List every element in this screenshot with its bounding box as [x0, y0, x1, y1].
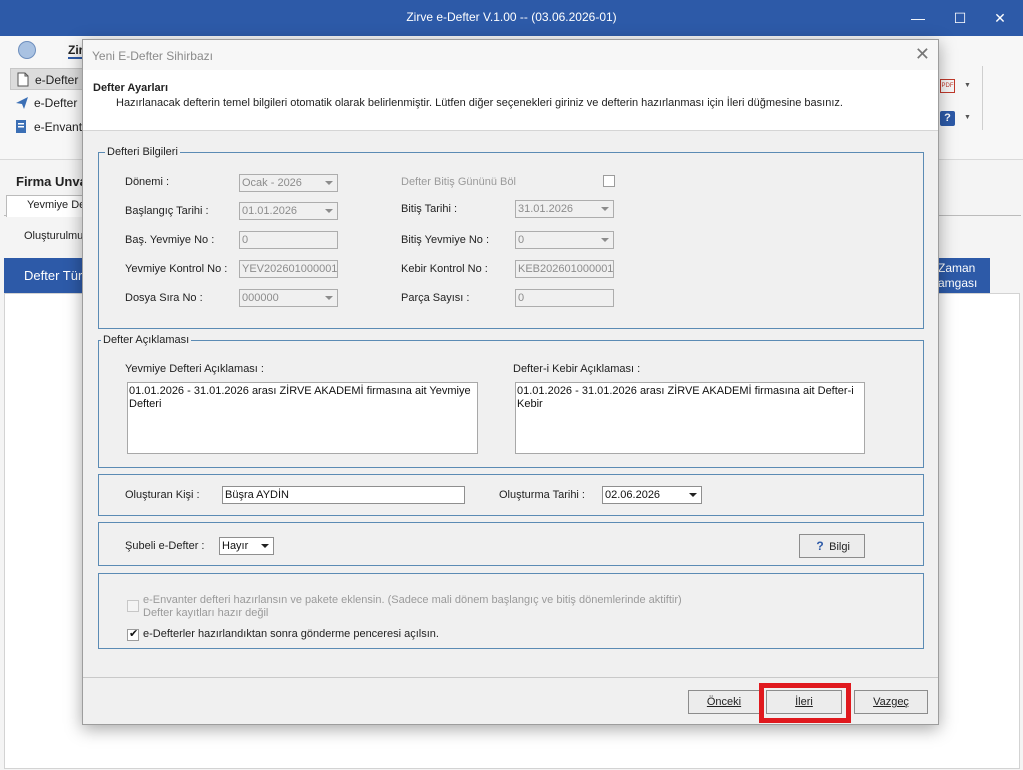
bitis-yevmiye-select: 0 — [515, 231, 614, 249]
dialog-header: Defter Ayarları Hazırlanacak defterin te… — [83, 70, 938, 131]
bitis-tarihi-date: 31.01.2026 — [515, 200, 614, 218]
app-menu-icon[interactable] — [18, 41, 36, 59]
bitis-yevmiye-label: Bitiş Yevmiye No : — [401, 234, 490, 246]
olusturulmus-label: Oluşturulmuş — [24, 230, 89, 242]
dosya-sira-label: Dosya Sıra No : — [125, 292, 203, 304]
dialog-header-desc: Hazırlanacak defterin temel bilgileri ot… — [116, 97, 843, 109]
yevmiye-aciklama-textarea[interactable]: 01.01.2026 - 31.01.2026 arası ZİRVE AKAD… — [127, 382, 478, 454]
onceki-button[interactable]: Önceki — [688, 690, 760, 714]
chevron-down-icon — [325, 181, 333, 185]
bitis-tarihi-label: Bitiş Tarihi : — [401, 203, 458, 215]
subeli-label: Şubeli e-Defter : — [125, 540, 205, 552]
chevron-down-icon — [601, 207, 609, 211]
chevron-down-icon — [261, 544, 269, 548]
kebir-aciklama-label: Defter-i Kebir Açıklaması : — [513, 363, 641, 375]
olusturma-tarihi-date[interactable]: 02.06.2026 — [602, 486, 702, 504]
bitis-gunu-label: Defter Bitiş Gününü Böl — [401, 176, 516, 188]
ribbon-separator — [982, 66, 983, 130]
ribbon-item-eenvanter[interactable]: e-Envant — [10, 116, 85, 138]
yevmiye-aciklama-label: Yevmiye Defteri Açıklaması : — [125, 363, 264, 375]
chevron-down-icon — [325, 296, 333, 300]
parca-sayisi-label: Parça Sayısı : — [401, 292, 470, 304]
olusturan-kisi-input[interactable]: Büşra AYDİN — [222, 486, 465, 504]
firma-label: Firma Unva — [16, 174, 87, 189]
group-options: e-Envanter defteri hazırlansın ve pakete… — [98, 573, 924, 649]
chevron-down-icon — [689, 493, 697, 497]
maximize-icon[interactable]: ☐ — [945, 6, 975, 30]
dialog-title: Yeni E-Defter Sihirbazı — [92, 49, 213, 63]
group-defter-aciklamasi: Defter Açıklaması Yevmiye Defteri Açıkla… — [98, 334, 924, 468]
donemi-select: Ocak - 2026 — [239, 174, 338, 192]
baslangic-date: 01.01.2026 — [239, 202, 338, 220]
chevron-down-icon — [601, 238, 609, 242]
donemi-label: Dönemi : — [125, 176, 170, 188]
app-titlebar: Zirve e-Defter V.1.00 -- (03.06.2026-01)… — [0, 0, 1023, 36]
yevmiye-kontrol-field: YEV202601000001 — [239, 260, 338, 278]
minimize-icon[interactable]: — — [903, 6, 933, 30]
olusturma-tarihi-label: Oluşturma Tarihi : — [499, 489, 585, 501]
send-icon — [16, 97, 28, 109]
bilgi-button-label: Bilgi — [829, 541, 850, 553]
kebir-aciklama-textarea[interactable]: 01.01.2026 - 31.01.2026 arası ZİRVE AKAD… — [515, 382, 865, 454]
highlight-box — [759, 683, 851, 723]
subeli-select[interactable]: Hayır — [219, 537, 274, 555]
ribbon-item-label: e-Envant — [34, 120, 83, 134]
vazgec-button-label: Vazgeç — [873, 696, 909, 708]
dosya-sira-select: 000000 — [239, 289, 338, 307]
group-olusturan: Oluşturan Kişi : Büşra AYDİN Oluşturma T… — [98, 474, 924, 516]
wizard-dialog: Yeni E-Defter Sihirbazı ✕ Defter Ayarlar… — [82, 39, 939, 725]
inventory-icon — [16, 120, 26, 133]
bitis-gunu-checkbox — [603, 175, 615, 187]
group-legend: Defteri Bilgileri — [105, 146, 180, 158]
baslangic-label: Başlangıç Tarihi : — [125, 205, 209, 217]
parca-sayisi-field: 0 — [515, 289, 614, 307]
group-legend: Defter Açıklaması — [101, 334, 192, 346]
check-icon: ✔ — [129, 628, 139, 640]
vazgec-button[interactable]: Vazgeç — [854, 690, 928, 714]
document-icon — [17, 72, 29, 87]
onceki-button-label: Önceki — [706, 696, 742, 708]
group-defteri-bilgileri: Defteri Bilgileri Dönemi : Ocak - 2026 B… — [98, 146, 924, 329]
chevron-down-icon[interactable]: ▼ — [964, 114, 971, 121]
kebir-kontrol-field: KEB202601000001 — [515, 260, 614, 278]
dialog-header-title: Defter Ayarları — [93, 82, 168, 94]
envanter-checkbox — [127, 600, 139, 612]
bas-yevmiye-label: Baş. Yevmiye No : — [125, 234, 215, 246]
dialog-titlebar: Yeni E-Defter Sihirbazı ✕ — [83, 40, 938, 70]
ribbon-item-edefter-send[interactable]: e-Defter — [10, 92, 85, 114]
help-icon: ? — [816, 539, 824, 553]
dialog-close-icon[interactable]: ✕ — [915, 44, 930, 65]
bilgi-button[interactable]: ? Bilgi — [799, 534, 865, 558]
envanter-label: e-Envanter defteri hazırlansın ve pakete… — [143, 594, 682, 606]
envanter-note: Defter kayıtları hazır değil — [143, 607, 269, 619]
chevron-down-icon[interactable]: ▼ — [964, 82, 971, 89]
pdf-icon[interactable]: PDF — [940, 79, 955, 93]
olusturan-kisi-label: Oluşturan Kişi : — [125, 489, 200, 501]
ribbon-item-label: e-Defter — [35, 73, 79, 87]
grid-header-defter-turu[interactable]: Defter Tür — [4, 258, 84, 293]
gonderme-checkbox[interactable]: ✔ — [127, 628, 139, 641]
app-title: Zirve e-Defter V.1.00 -- (03.06.2026-01) — [406, 10, 617, 24]
chevron-down-icon — [325, 209, 333, 213]
yevmiye-kontrol-label: Yevmiye Kontrol No : — [125, 263, 228, 275]
kebir-kontrol-label: Kebir Kontrol No : — [401, 263, 488, 275]
footer-separator — [83, 677, 938, 678]
ribbon-item-label: e-Defter — [34, 96, 78, 110]
group-subeli: Şubeli e-Defter : Hayır ? Bilgi — [98, 522, 924, 566]
ribbon-item-edefter-new[interactable]: e-Defter — [10, 68, 85, 90]
help-icon[interactable]: ? — [940, 111, 955, 126]
bas-yevmiye-field: 0 — [239, 231, 338, 249]
gonderme-label: e-Defterler hazırlandıktan sonra gönderm… — [143, 628, 439, 640]
grid-header-zaman-damgasi[interactable]: Zaman amgası — [934, 258, 990, 293]
close-icon[interactable]: ✕ — [985, 6, 1015, 30]
